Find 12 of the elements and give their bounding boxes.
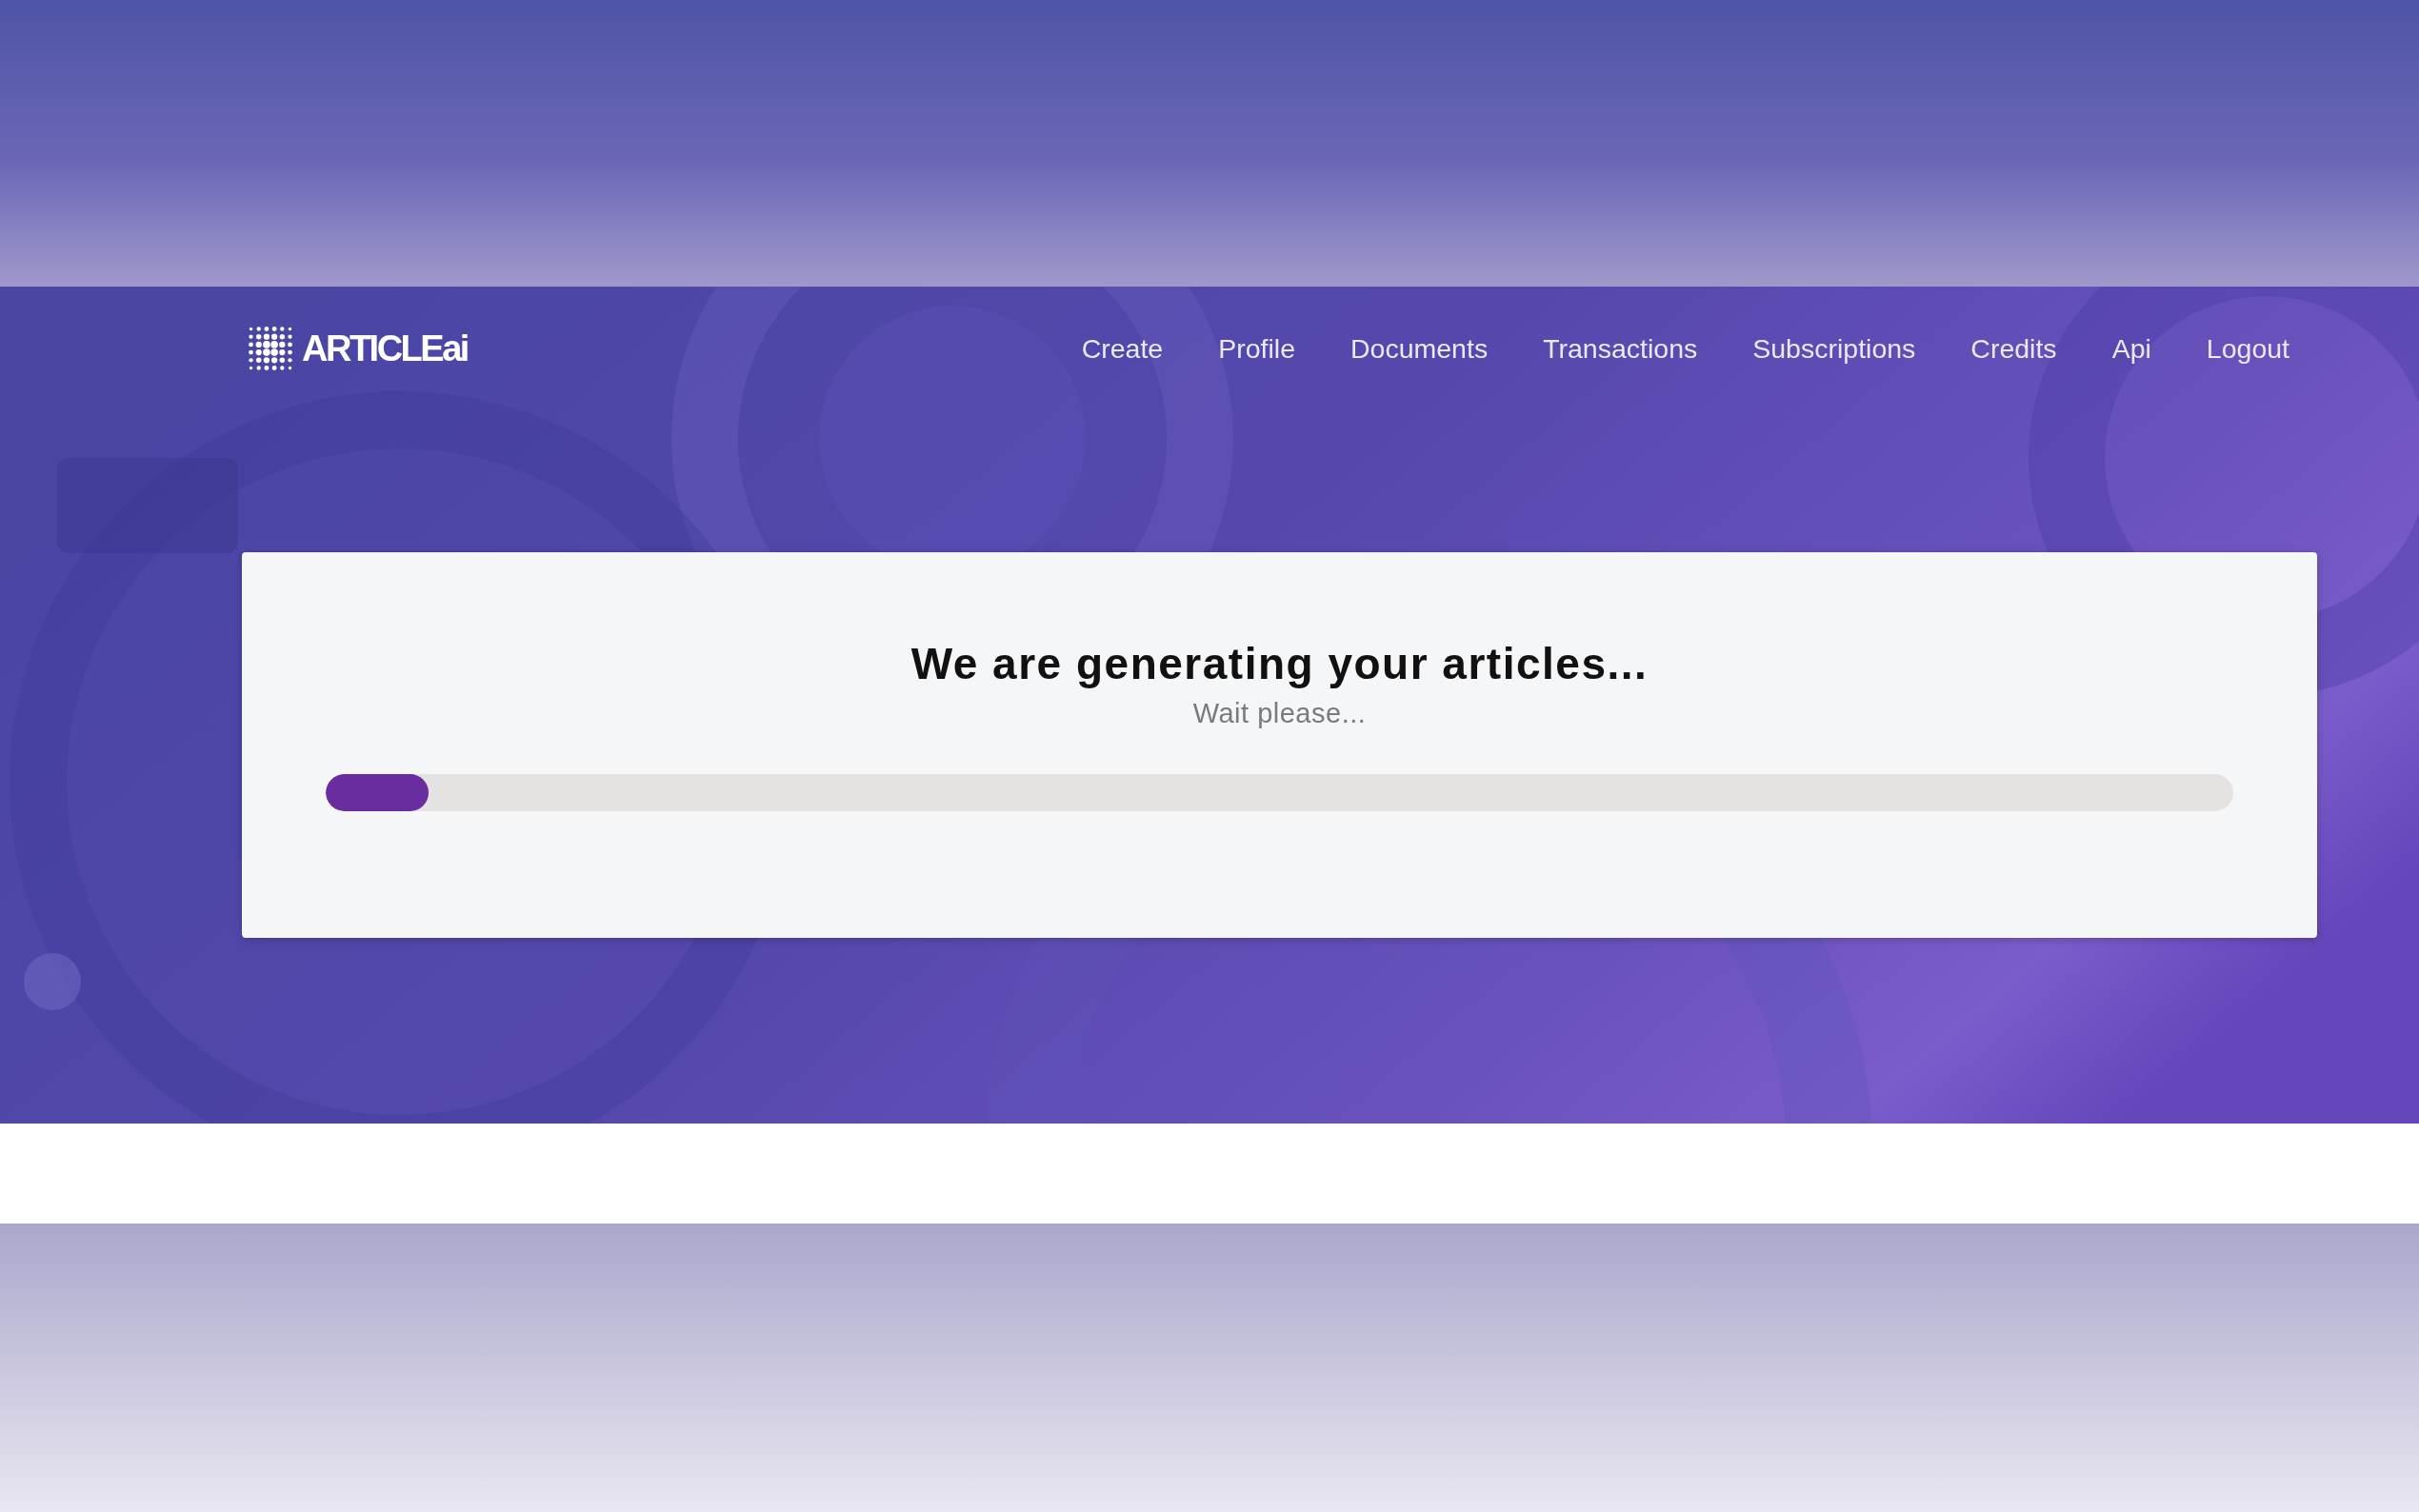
- nav-link[interactable]: Subscriptions: [1752, 331, 1916, 366]
- dot-grid-logo-icon: [247, 325, 294, 372]
- nav-link[interactable]: Documents: [1350, 331, 1489, 366]
- nav-link[interactable]: Transactions: [1543, 331, 1698, 366]
- nav-link[interactable]: Logout: [2206, 331, 2289, 366]
- nav-link[interactable]: Profile: [1218, 331, 1295, 366]
- logo-text[interactable]: ARTICLEai: [302, 330, 468, 367]
- nav-link[interactable]: Credits: [1970, 331, 2057, 366]
- nav-link[interactable]: Create: [1081, 331, 1164, 366]
- card-title: We are generating your articles...: [910, 638, 1649, 690]
- card-subtitle: Wait please...: [1192, 697, 1367, 729]
- nav-link[interactable]: Api: [2111, 331, 2151, 366]
